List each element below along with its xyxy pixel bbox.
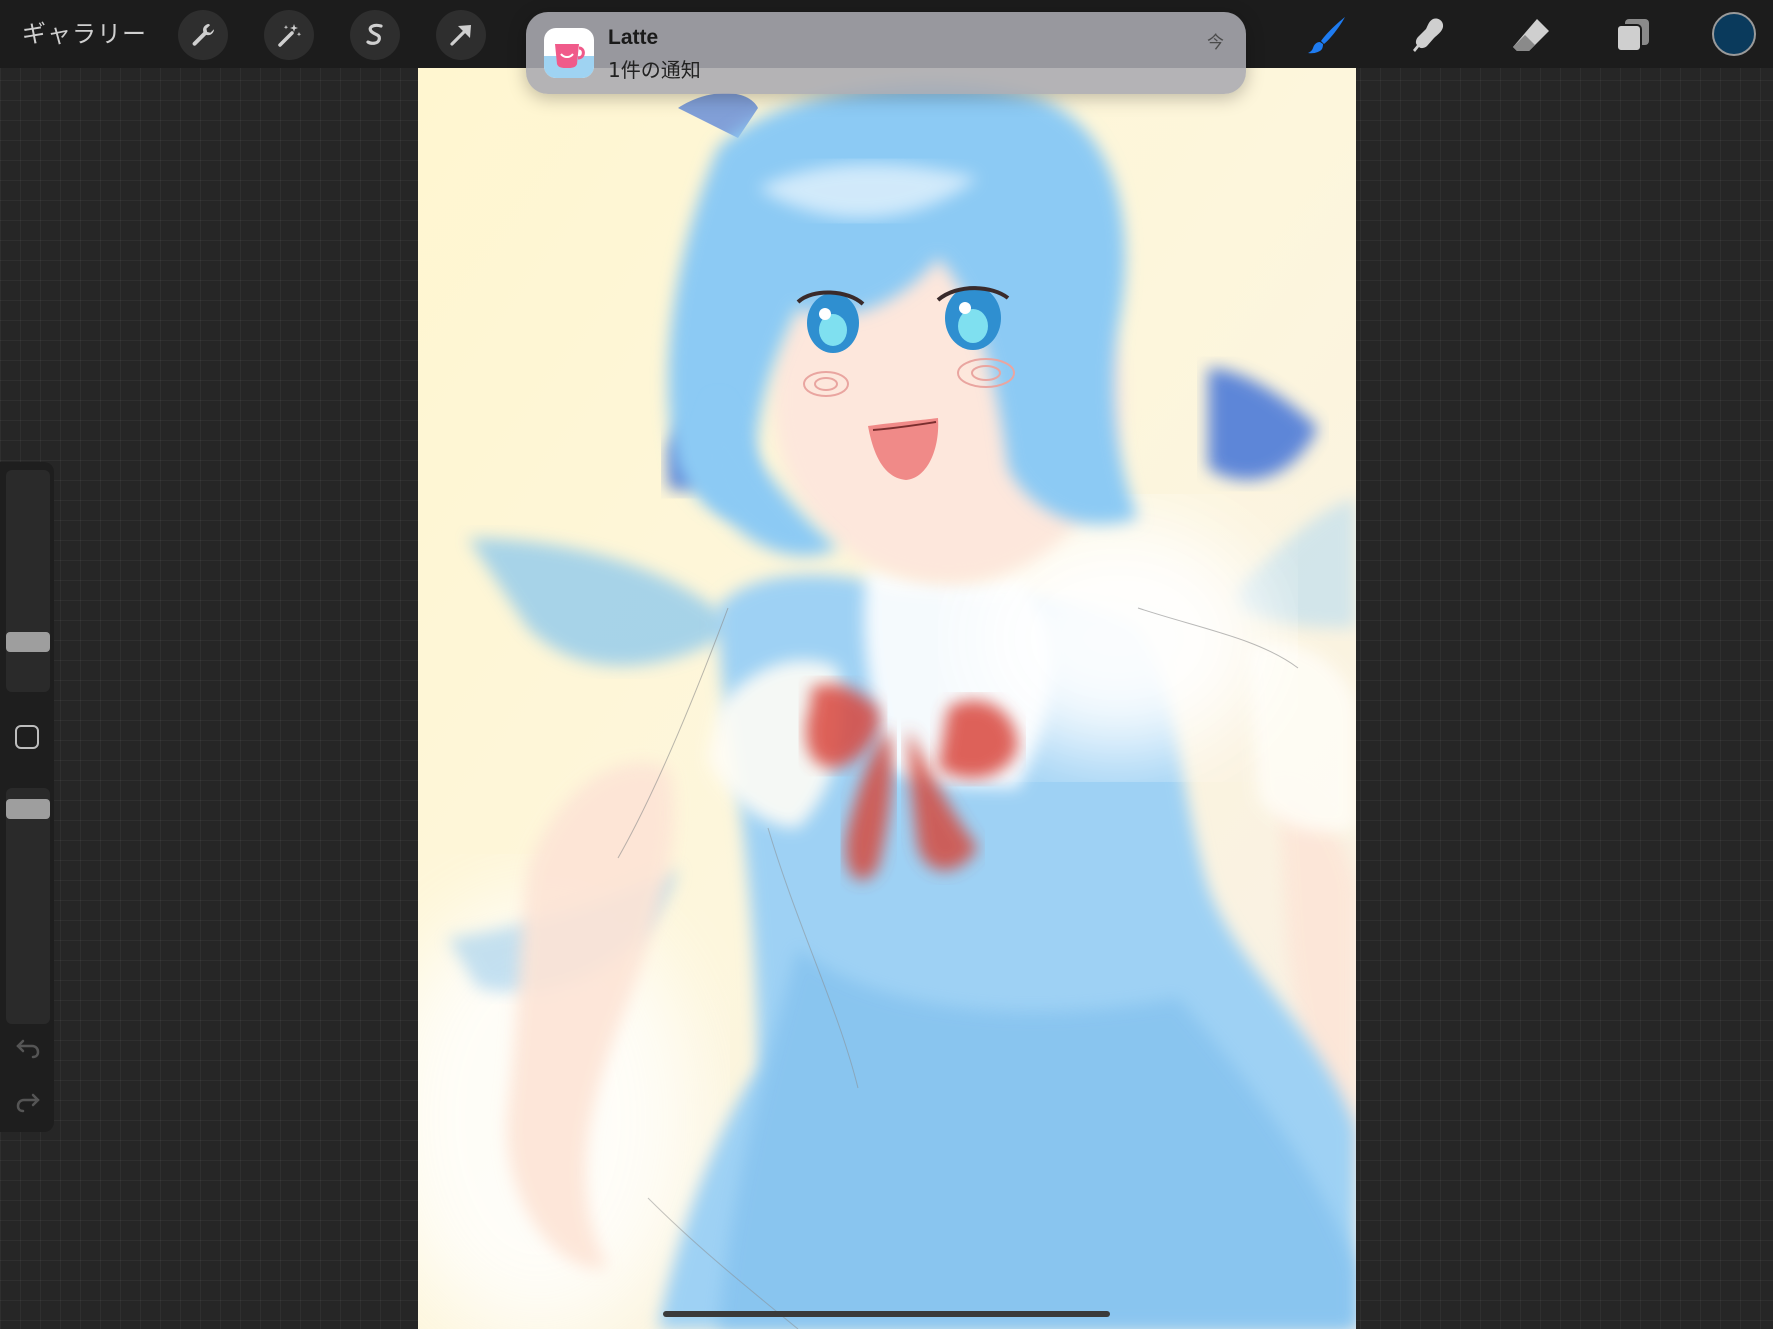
drawing-canvas[interactable] xyxy=(418,68,1356,1329)
notification-app-name: Latte xyxy=(608,26,659,49)
undo-icon[interactable] xyxy=(13,1032,43,1062)
color-picker-button[interactable] xyxy=(1712,12,1756,56)
notification-banner[interactable]: Latte 1件の通知 今 xyxy=(526,12,1246,94)
notification-time: 今 xyxy=(1207,33,1224,53)
brush-size-thumb[interactable] xyxy=(6,631,50,652)
selection-icon[interactable] xyxy=(350,10,400,60)
opacity-slider[interactable] xyxy=(6,788,50,1024)
brush-size-slider[interactable] xyxy=(6,470,50,692)
notification-message: 1件の通知 xyxy=(608,58,701,82)
redo-icon[interactable] xyxy=(13,1086,43,1116)
layers-icon[interactable] xyxy=(1606,10,1660,60)
brush-icon[interactable] xyxy=(1300,10,1354,60)
eraser-icon[interactable] xyxy=(1504,10,1558,60)
smudge-icon[interactable] xyxy=(1402,10,1456,60)
artwork-illustration xyxy=(418,68,1356,1329)
modify-square-icon[interactable] xyxy=(15,725,39,749)
opacity-thumb[interactable] xyxy=(6,798,50,819)
magic-wand-icon[interactable] xyxy=(264,10,314,60)
wrench-icon[interactable] xyxy=(178,10,228,60)
left-sidebar xyxy=(0,462,54,1132)
home-indicator[interactable] xyxy=(663,1311,1110,1317)
gallery-button[interactable]: ギャラリー xyxy=(22,14,147,54)
transform-arrow-icon[interactable] xyxy=(436,10,486,60)
coffee-cup-icon xyxy=(544,28,594,78)
